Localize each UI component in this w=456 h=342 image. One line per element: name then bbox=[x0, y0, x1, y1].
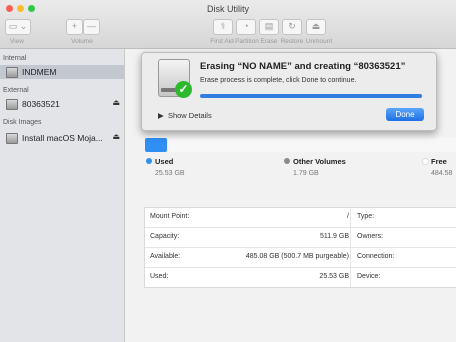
dialog-title: Erasing “NO NAME” and creating “80363521… bbox=[200, 61, 406, 72]
sidebar-header-external: External bbox=[3, 87, 29, 94]
sidebar-item-label: Install macOS Moja... bbox=[22, 133, 103, 143]
disk-icon bbox=[6, 67, 18, 78]
sidebar-toggle-icon: ▭ ⌄ bbox=[8, 21, 28, 31]
table-row: Mount Point: / Type: bbox=[145, 208, 456, 228]
restore-label: Restore bbox=[280, 38, 304, 45]
unmount-icon: ⏏ bbox=[311, 21, 321, 31]
table-row: Available: 485.08 GB (500.7 MB purgeable… bbox=[145, 248, 456, 268]
view-button[interactable]: ▭ ⌄ bbox=[5, 19, 31, 35]
device-label: Device: bbox=[357, 273, 381, 280]
mount-point-value: / bbox=[347, 213, 349, 220]
used-legend-label: Used bbox=[155, 157, 174, 166]
sidebar-item-80363521[interactable]: 80363521 ⏏ bbox=[0, 97, 124, 111]
used-value: 25.53 GB bbox=[319, 273, 349, 280]
capacity-value: 511.9 GB bbox=[319, 233, 349, 240]
available-label: Available: bbox=[150, 253, 181, 260]
disk-icon bbox=[6, 133, 18, 144]
usage-bar-remaining bbox=[168, 138, 456, 152]
view-label: View bbox=[10, 38, 24, 45]
capacity-label: Capacity: bbox=[150, 233, 180, 240]
eject-icon[interactable]: ⏏ bbox=[112, 132, 120, 141]
first-aid-button[interactable]: ⚕ bbox=[213, 19, 233, 35]
minus-icon: — bbox=[87, 21, 96, 31]
sidebar-item-indmem[interactable]: INDMEM bbox=[0, 65, 124, 79]
sidebar: Internal INDMEM External 80363521 ⏏ Disk… bbox=[0, 49, 125, 342]
table-row: Used: 25.53 GB Device: bbox=[145, 268, 456, 287]
connection-label: Connection: bbox=[357, 253, 395, 260]
type-label: Type: bbox=[357, 213, 375, 220]
usage-bar-used bbox=[145, 138, 167, 152]
restore-icon: ↻ bbox=[288, 21, 296, 31]
title-bar: Disk Utility ▭ ⌄ View + — Volume ⚕ ◔ ▤ ↻… bbox=[0, 0, 456, 49]
unmount-button[interactable]: ⏏ bbox=[306, 19, 326, 35]
checkmark-icon: ✓ bbox=[175, 81, 192, 98]
free-legend-value: 484.58 bbox=[431, 170, 453, 177]
window-title: Disk Utility bbox=[207, 4, 249, 14]
add-volume-button[interactable]: + bbox=[66, 19, 83, 35]
sidebar-item-label: 80363521 bbox=[22, 99, 60, 109]
other-volumes-legend-dot bbox=[284, 158, 290, 164]
table-row: Capacity: 511.9 GB Owners: bbox=[145, 228, 456, 248]
disclosure-triangle-icon: ▶ bbox=[158, 111, 164, 120]
eject-icon[interactable]: ⏏ bbox=[112, 98, 120, 107]
erase-icon: ▤ bbox=[264, 21, 274, 31]
disk-icon bbox=[6, 99, 18, 110]
sidebar-item-label: INDMEM bbox=[22, 67, 57, 77]
erase-label: Erase bbox=[260, 38, 278, 45]
volume-label: Volume bbox=[71, 38, 93, 45]
other-volumes-legend-value: 1.79 GB bbox=[293, 170, 319, 177]
dialog-message: Erase process is complete, click Done to… bbox=[200, 77, 357, 84]
erase-button[interactable]: ▤ bbox=[259, 19, 279, 35]
free-legend-dot bbox=[422, 158, 429, 165]
stethoscope-icon: ⚕ bbox=[220, 21, 226, 31]
info-table: Mount Point: / Type: Capacity: 511.9 GB … bbox=[144, 207, 456, 288]
remove-volume-button[interactable]: — bbox=[83, 19, 100, 35]
sidebar-header-disk-images: Disk Images bbox=[3, 119, 42, 126]
unmount-label: Unmount bbox=[305, 38, 333, 45]
owners-label: Owners: bbox=[357, 233, 384, 240]
partition-button[interactable]: ◔ bbox=[236, 19, 256, 35]
erase-progress-sheet: ✓ Erasing “NO NAME” and creating “803635… bbox=[141, 52, 437, 131]
restore-button[interactable]: ↻ bbox=[282, 19, 302, 35]
progress-fill bbox=[200, 94, 422, 98]
pie-icon: ◔ bbox=[243, 21, 249, 31]
used-legend-dot bbox=[146, 158, 152, 164]
done-button[interactable]: Done bbox=[386, 108, 424, 121]
show-details-toggle[interactable]: ▶ Show Details bbox=[158, 111, 212, 120]
sidebar-header-internal: Internal bbox=[3, 55, 27, 62]
mount-point-label: Mount Point: bbox=[150, 213, 190, 220]
used-label: Used: bbox=[150, 273, 169, 280]
available-value: 485.08 GB (500.7 MB purgeable) bbox=[245, 253, 349, 260]
erase-progress-bar bbox=[200, 94, 422, 98]
plus-icon: + bbox=[71, 21, 78, 31]
sidebar-item-install-macos[interactable]: Install macOS Moja... ⏏ bbox=[0, 131, 124, 145]
other-volumes-legend-label: Other Volumes bbox=[293, 157, 346, 166]
free-legend-label: Free bbox=[431, 157, 447, 166]
used-legend-value: 25.53 GB bbox=[155, 170, 185, 177]
show-details-label: Show Details bbox=[167, 111, 212, 120]
partition-label: Partition bbox=[235, 38, 259, 45]
